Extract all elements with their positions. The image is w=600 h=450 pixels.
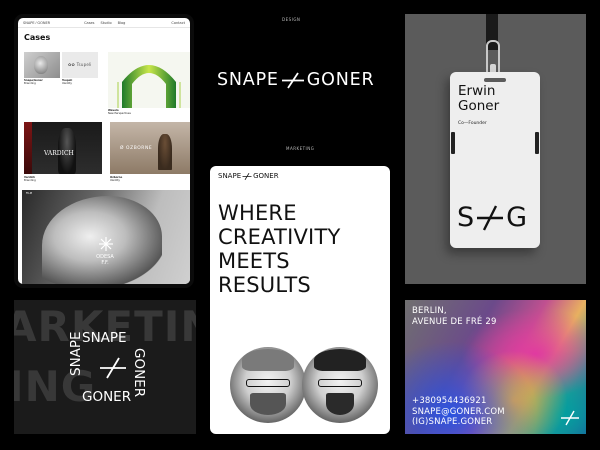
card-address: BERLIN, AVENUE DE FRÉ 29 bbox=[412, 306, 497, 327]
figure-silhouette bbox=[158, 134, 172, 170]
poster-word-right: GONER bbox=[131, 348, 147, 398]
tablet-nav-brand[interactable]: SNAPE ⁄ GONER bbox=[23, 21, 50, 25]
glasses bbox=[318, 379, 362, 387]
portrait-thumb bbox=[34, 56, 48, 74]
red-stripe bbox=[24, 122, 32, 174]
poster-word-bottom: GONER bbox=[82, 389, 132, 405]
tablet-nav-contact[interactable]: Contact bbox=[171, 21, 185, 25]
badge-clip-left bbox=[451, 132, 455, 154]
beard bbox=[250, 393, 286, 415]
poster-word-top: SNAPE bbox=[82, 330, 127, 346]
hair bbox=[242, 349, 294, 371]
cases-tablet: SNAPE ⁄ GONER Cases Studio Blog Contact … bbox=[14, 14, 194, 288]
case-caption: Ozborne Identity bbox=[110, 176, 123, 183]
case-tile-wavelo[interactable] bbox=[108, 52, 190, 108]
card-email[interactable]: SNAPE@GONER.COM bbox=[412, 407, 505, 418]
case-tag: FILM bbox=[26, 192, 32, 195]
badge-slot bbox=[484, 78, 506, 82]
glasses bbox=[246, 379, 290, 387]
hair bbox=[314, 349, 366, 371]
design-label: DESIGN bbox=[282, 17, 301, 22]
founder-portrait-right bbox=[302, 347, 378, 423]
tsupeli-wordmark: ✿✿ Tsupeli bbox=[68, 62, 92, 67]
slash-cross-icon bbox=[242, 172, 252, 180]
vardich-wordmark: VARDICH bbox=[44, 150, 74, 157]
case-caption: Vardich Branding bbox=[24, 176, 36, 183]
ozborne-wordmark: Ø OZBORNE bbox=[120, 146, 153, 151]
case-tile-ozborne[interactable]: Ø OZBORNE bbox=[110, 122, 190, 174]
poster-word-left: SNAPE bbox=[68, 331, 84, 376]
green-arch-graphic bbox=[117, 65, 181, 108]
marketing-label: MARKETING bbox=[286, 146, 315, 151]
card-instagram[interactable]: (IG)SNAPE.GONER bbox=[412, 417, 505, 428]
slash-cross-icon bbox=[477, 204, 504, 231]
asterisk-icon bbox=[99, 237, 113, 251]
case-tile-tsupeli[interactable]: ✿✿ Tsupeli bbox=[62, 52, 98, 78]
badge-monogram-logo: S G bbox=[457, 202, 528, 233]
founder-portrait-left bbox=[230, 347, 306, 423]
case-tile-odesa-ff[interactable]: FILM ODESA F.F. bbox=[22, 190, 190, 284]
tablet-screen: SNAPE ⁄ GONER Cases Studio Blog Contact … bbox=[18, 18, 190, 284]
case-tile-vardich[interactable]: VARDICH bbox=[24, 122, 102, 174]
marketing-card: SNAPE GONER WHERE CREATIVITY MEETS RESUL… bbox=[210, 166, 390, 434]
case-caption: Wavelo New Perspectives bbox=[108, 109, 131, 116]
tablet-nav-cases[interactable]: Cases bbox=[84, 21, 94, 25]
slash-cross-icon bbox=[100, 357, 126, 379]
snape-goner-logo: SNAPE GONER bbox=[217, 70, 375, 90]
marketing-card-logo: SNAPE GONER bbox=[218, 172, 279, 180]
case-caption: Snape/Goner Branding bbox=[24, 79, 43, 86]
badge-clip-right bbox=[535, 132, 539, 154]
cases-title: Cases bbox=[24, 33, 51, 42]
badge-person-role: Co—Founder bbox=[458, 121, 487, 126]
tablet-nav: SNAPE ⁄ GONER Cases Studio Blog Contact bbox=[18, 18, 190, 28]
slash-cross-icon bbox=[561, 410, 579, 426]
beard bbox=[326, 393, 354, 415]
tablet-nav-blog[interactable]: Blog bbox=[118, 21, 126, 25]
badge-person-name: Erwin Goner bbox=[458, 83, 500, 115]
card-phone[interactable]: +380954436921 bbox=[412, 396, 505, 407]
case-caption: Tsupeli Identity bbox=[62, 79, 73, 86]
marketing-headline: WHERE CREATIVITY MEETS RESULTS bbox=[218, 201, 341, 297]
tablet-nav-studio[interactable]: Studio bbox=[101, 21, 112, 25]
odesa-wordmark: ODESA F.F. bbox=[96, 254, 114, 266]
card-contact-info: +380954436921 SNAPE@GONER.COM (IG)SNAPE.… bbox=[412, 396, 505, 428]
slash-cross-icon bbox=[281, 72, 304, 88]
case-tile-snape-goner[interactable] bbox=[24, 52, 60, 78]
